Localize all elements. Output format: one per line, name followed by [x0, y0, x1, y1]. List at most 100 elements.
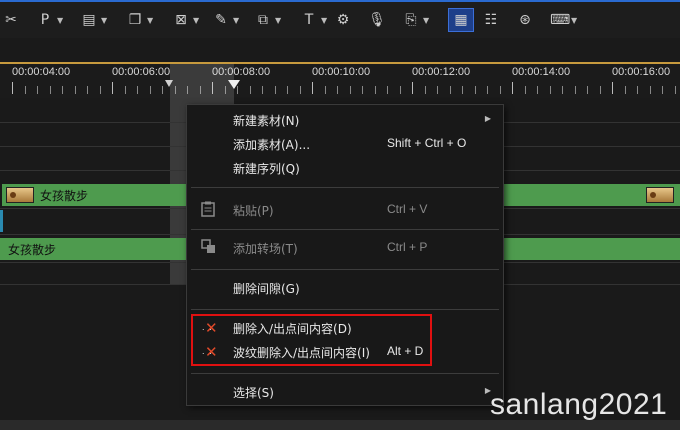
microphone-icon: 🎙: [368, 12, 386, 28]
p-mode-tool-button[interactable]: P ▼: [36, 8, 63, 32]
ruler-tick: [462, 86, 463, 94]
menu-item-add-material[interactable]: 添加素材(A)... Shift + Ctrl + O: [187, 133, 503, 155]
ruler-tick: [362, 86, 363, 94]
menu-separator: [191, 269, 499, 270]
p-mode-icon: P: [40, 12, 50, 28]
ruler-tick: [324, 86, 326, 94]
audio-clip[interactable]: [504, 238, 680, 260]
ruler-tick: [49, 86, 51, 94]
ruler-label: 00:00:04:00: [12, 66, 71, 78]
menu-item-select[interactable]: 选择(S) ▶: [187, 381, 503, 403]
ruler-tick: [662, 86, 663, 94]
ruler-tick: [399, 86, 401, 94]
scissors-tool-button[interactable]: ✂: [2, 8, 20, 32]
audio-clip[interactable]: 女孩散步: [0, 238, 186, 260]
ruler-tick: [612, 82, 613, 94]
keyboard-tool-button[interactable]: ⌨ ▼: [550, 8, 577, 32]
chevron-down-icon[interactable]: ▼: [193, 16, 199, 25]
menu-shortcut: Ctrl + V: [387, 202, 428, 216]
ruler-tick: [24, 86, 26, 94]
menu-label: 删除间隙(G): [233, 282, 300, 296]
timeline-toolbar: ✂ P ▼ ▤ ▼ ❐ ▼ ⊠ ▼ ✎ ▼ ⧉ ▼ T ▼ ⚙ 🎙 ⎘ ▼ ▦ ☷ ⊛ ⌨ ▼: [0, 0, 680, 38]
watermark: sanlang2021: [490, 388, 668, 421]
chevron-down-icon[interactable]: ▼: [147, 16, 153, 25]
title-tool-button[interactable]: T ▼: [300, 8, 327, 32]
ruler-tick: [449, 86, 451, 94]
track-edge-marker: [0, 210, 3, 232]
menu-item-paste: 粘贴(P) Ctrl + V: [187, 199, 503, 221]
grid-icon: ▦: [454, 12, 468, 28]
ruler-label: 00:00:06:00: [112, 66, 171, 78]
timeline-ruler[interactable]: 00:00:04:00 00:00:06:00 00:00:08:00 00:0…: [0, 62, 680, 98]
menu-separator: [191, 309, 499, 310]
menu-shortcut: Shift + Ctrl + O: [387, 136, 467, 150]
crop-tool-button[interactable]: ⧉ ▼: [254, 8, 281, 32]
capture-tool-button[interactable]: ⚙: [334, 8, 352, 32]
menu-label: 粘贴(P): [233, 204, 274, 218]
clipboard-tool-button[interactable]: ▤ ▼: [80, 8, 107, 32]
ruler-tick: [624, 86, 626, 94]
menu-item-new-sequence[interactable]: 新建序列(Q): [187, 157, 503, 179]
clipboard-icon: [201, 201, 223, 219]
ruler-label: 00:00:12:00: [412, 66, 471, 78]
chevron-down-icon[interactable]: ▼: [321, 16, 327, 25]
ruler-label: 00:00:14:00: [512, 66, 571, 78]
menu-shortcut: Ctrl + P: [387, 240, 428, 254]
video-effect-tool-button[interactable]: ⎘ ▼: [402, 8, 429, 32]
ruler-tick: [137, 86, 138, 94]
ruler-tick: [249, 86, 251, 94]
highlight-annotation: [191, 314, 432, 366]
clipboard-icon: ▤: [82, 12, 96, 28]
ruler-tick: [349, 86, 351, 94]
grid-tool-button[interactable]: ▦: [448, 8, 474, 32]
copy-icon: ❐: [128, 12, 142, 28]
ruler-tick: [274, 86, 276, 94]
ruler-tick: [149, 86, 151, 94]
clip-label: 女孩散步: [8, 242, 57, 257]
ruler-tick: [299, 86, 301, 94]
ruler-tick: [649, 86, 651, 94]
keyboard-icon: ⌨: [550, 12, 571, 28]
microphone-tool-button[interactable]: 🎙: [368, 8, 386, 32]
chevron-down-icon[interactable]: ▼: [101, 16, 107, 25]
ruler-tick: [37, 86, 38, 94]
ruler-tick: [337, 86, 338, 94]
ruler-tick: [512, 82, 513, 94]
ruler-tick: [574, 86, 576, 94]
capture-icon: ⚙: [336, 12, 350, 28]
ruler-tick: [437, 86, 438, 94]
ruler-tick: [87, 86, 88, 94]
menu-label: 新建序列(Q): [233, 162, 300, 176]
chevron-down-icon[interactable]: ▼: [423, 16, 429, 25]
ruler-tick: [124, 86, 126, 94]
video-clip[interactable]: [504, 184, 680, 206]
menu-label: 添加素材(A)...: [233, 138, 311, 152]
video-clip[interactable]: 女孩散步: [2, 184, 186, 206]
ruler-tick: [599, 86, 601, 94]
scissors-icon: ✂: [5, 12, 17, 28]
chevron-down-icon[interactable]: ▼: [275, 16, 281, 25]
mixer-tool-button[interactable]: ☷: [482, 8, 500, 32]
delete-tool-button[interactable]: ⊠ ▼: [172, 8, 199, 32]
copy-tool-button[interactable]: ❐ ▼: [126, 8, 153, 32]
clip-thumbnail: [6, 187, 34, 203]
transition-icon: [201, 239, 223, 257]
video-effect-icon: ⎘: [405, 12, 417, 28]
ruler-tick: [112, 82, 113, 94]
ruler-tick: [374, 86, 376, 94]
in-point-marker[interactable]: [165, 80, 173, 87]
chevron-down-icon[interactable]: ▼: [233, 16, 239, 25]
menu-item-new-material[interactable]: 新建素材(N) ▶: [187, 109, 503, 131]
ruler-tick: [524, 86, 526, 94]
menu-item-delete-gap[interactable]: 删除间隙(G): [187, 277, 503, 299]
ruler-tick: [412, 82, 413, 94]
text-marker-tool-button[interactable]: ✎ ▼: [212, 8, 239, 32]
menu-separator: [191, 229, 499, 230]
playhead[interactable]: [228, 80, 240, 89]
reel-icon: ⊛: [519, 12, 531, 28]
chevron-down-icon[interactable]: ▼: [57, 16, 63, 25]
chevron-down-icon[interactable]: ▼: [571, 16, 577, 25]
ruler-tick: [637, 86, 638, 94]
reel-tool-button[interactable]: ⊛: [516, 8, 534, 32]
ruler-label: 00:00:10:00: [312, 66, 371, 78]
